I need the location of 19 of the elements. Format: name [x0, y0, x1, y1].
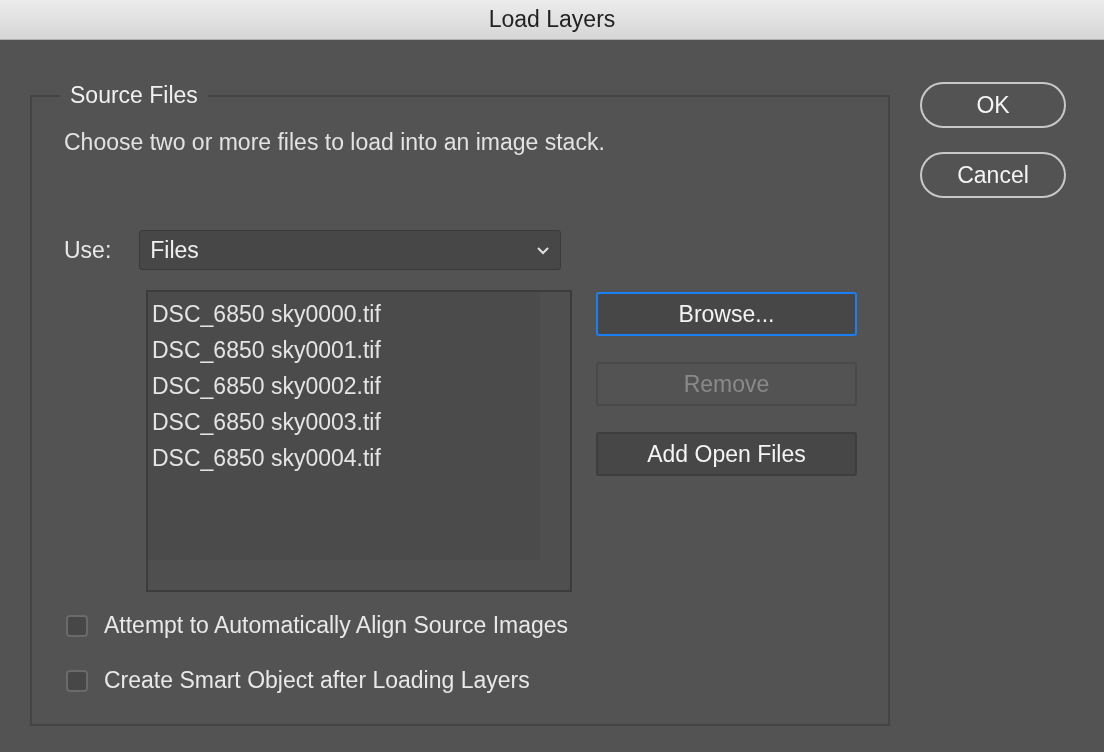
- use-dropdown[interactable]: Files: [139, 230, 562, 270]
- dialog-button[interactable]: Cancel: [920, 152, 1066, 198]
- list-action-button[interactable]: Add Open Files: [596, 432, 857, 476]
- file-item[interactable]: DSC_6850 sky0003.tif: [152, 404, 540, 440]
- checkbox[interactable]: [66, 669, 88, 692]
- checkbox-label: Create Smart Object after Loading Layers: [104, 667, 530, 694]
- file-item[interactable]: DSC_6850 sky0002.tif: [152, 368, 540, 404]
- file-item[interactable]: DSC_6850 sky0004.tif: [152, 440, 540, 476]
- use-label: Use:: [64, 236, 112, 264]
- checkbox-label: Attempt to Automatically Align Source Images: [104, 612, 569, 639]
- file-item[interactable]: DSC_6850 sky0000.tif: [152, 296, 540, 332]
- file-item[interactable]: DSC_6850 sky0001.tif: [152, 332, 540, 368]
- dialog-button[interactable]: OK: [920, 82, 1066, 128]
- checkbox[interactable]: [66, 614, 88, 637]
- list-action-button[interactable]: Browse...: [596, 292, 857, 336]
- window-title: Load Layers: [488, 6, 616, 33]
- instruction-text: Choose two or more files to load into an image stack.: [64, 129, 606, 156]
- chevron-down-icon: [536, 245, 551, 255]
- group-title: Source Files: [69, 82, 199, 109]
